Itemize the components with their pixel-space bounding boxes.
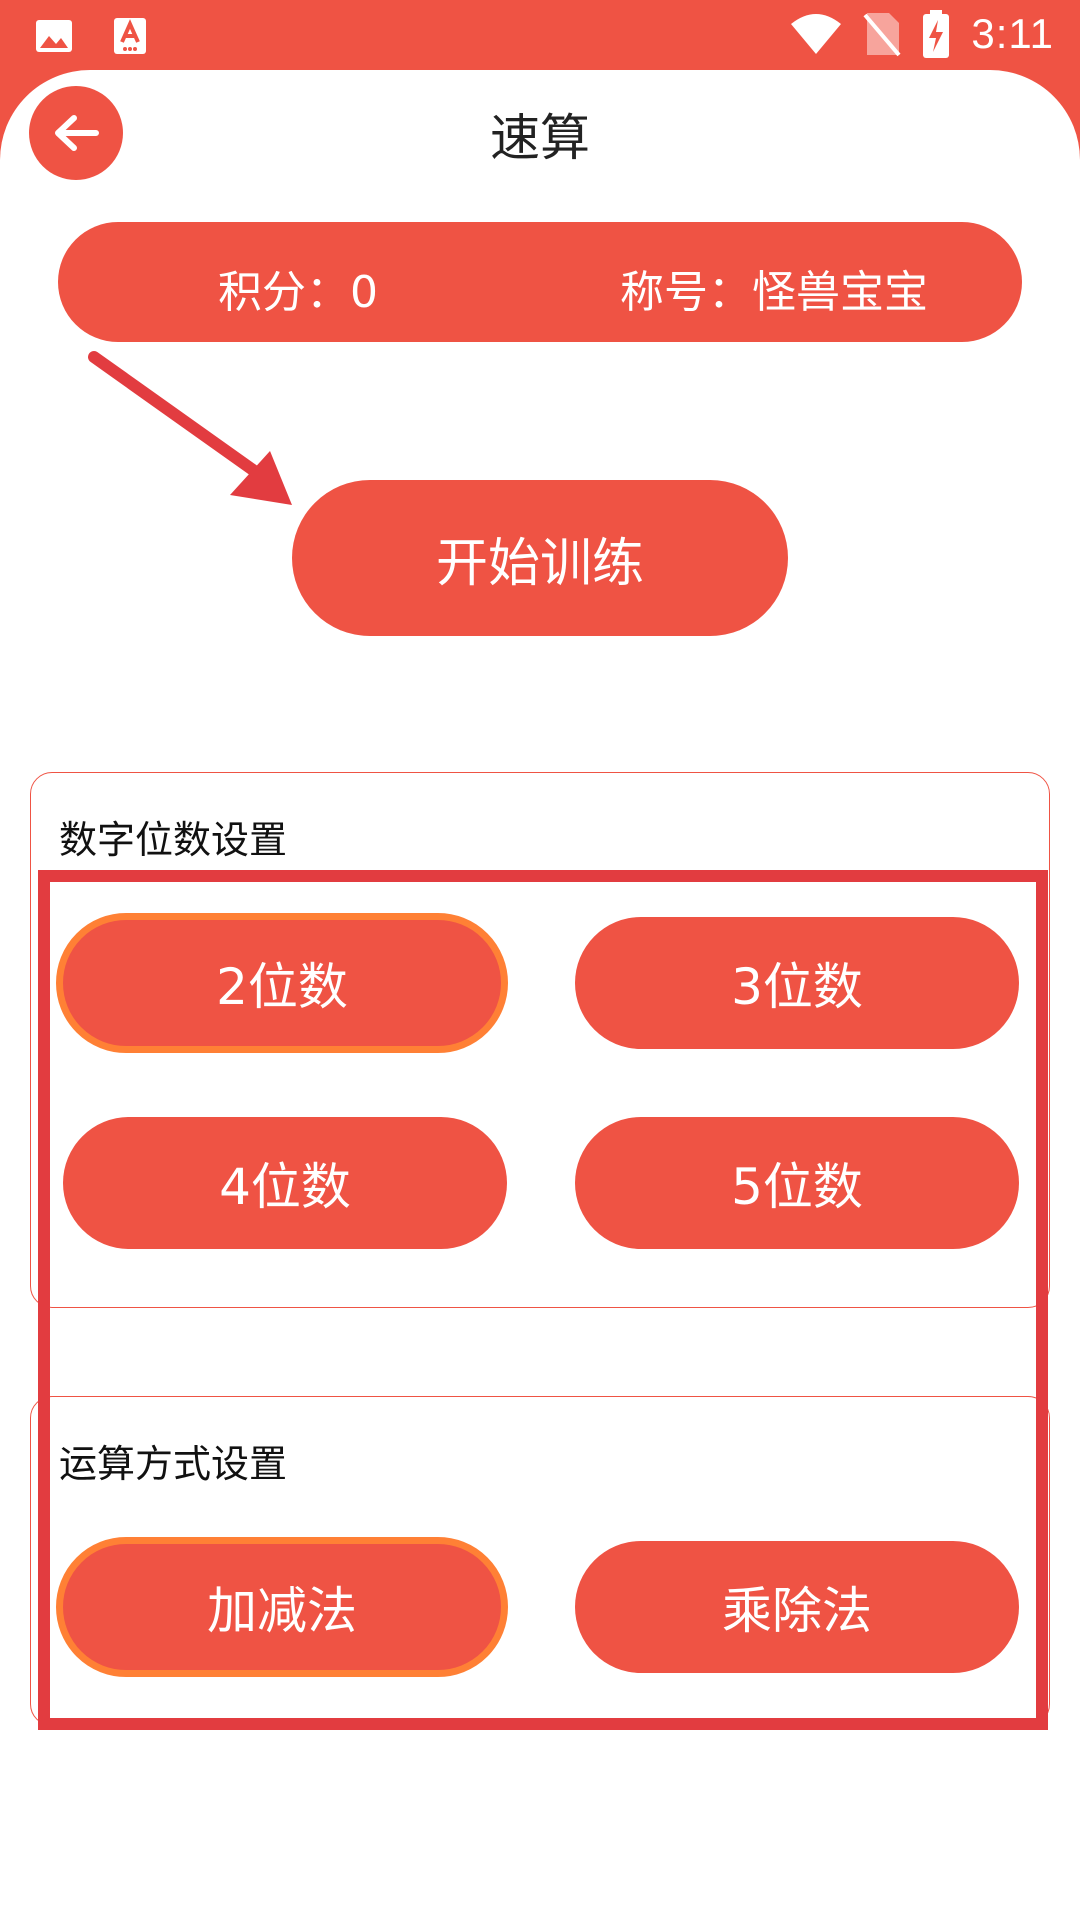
no-sim-icon bbox=[863, 13, 901, 57]
option-3-digits[interactable]: 3位数 bbox=[575, 917, 1019, 1049]
status-bar: 3:11 bbox=[0, 0, 1080, 74]
image-icon bbox=[36, 20, 72, 52]
score-bar: 积分：0 称号：怪兽宝宝 bbox=[58, 222, 1022, 342]
option-4-digits[interactable]: 4位数 bbox=[63, 1117, 507, 1249]
score-label: 积分：0 bbox=[218, 267, 378, 318]
option-5-digits[interactable]: 5位数 bbox=[575, 1117, 1019, 1249]
operation-settings-label: 运算方式设置 bbox=[59, 1442, 288, 1486]
screen: 3:11 速算 积分：0 称号：怪兽宝宝 开始训练 数字位数设置 2位数 3位数… bbox=[0, 0, 1080, 1920]
option-add-subtract[interactable]: 加减法 bbox=[56, 1537, 508, 1677]
rank-label: 称号：怪兽宝宝 bbox=[620, 267, 928, 318]
option-2-digits[interactable]: 2位数 bbox=[56, 913, 508, 1053]
operation-settings-card: 运算方式设置 加减法 乘除法 bbox=[30, 1396, 1050, 1726]
digits-settings-card: 数字位数设置 2位数 3位数 4位数 5位数 bbox=[30, 772, 1050, 1308]
start-training-button[interactable]: 开始训练 bbox=[292, 480, 788, 636]
digits-settings-label: 数字位数设置 bbox=[59, 818, 288, 862]
page-title: 速算 bbox=[490, 109, 590, 167]
a-note-icon bbox=[114, 18, 146, 54]
annotation-arrow-icon bbox=[88, 351, 292, 505]
wifi-icon bbox=[791, 14, 842, 54]
status-time: 3:11 bbox=[971, 10, 1054, 57]
option-multiply-divide[interactable]: 乘除法 bbox=[575, 1541, 1019, 1673]
battery-charging-icon bbox=[923, 10, 950, 58]
